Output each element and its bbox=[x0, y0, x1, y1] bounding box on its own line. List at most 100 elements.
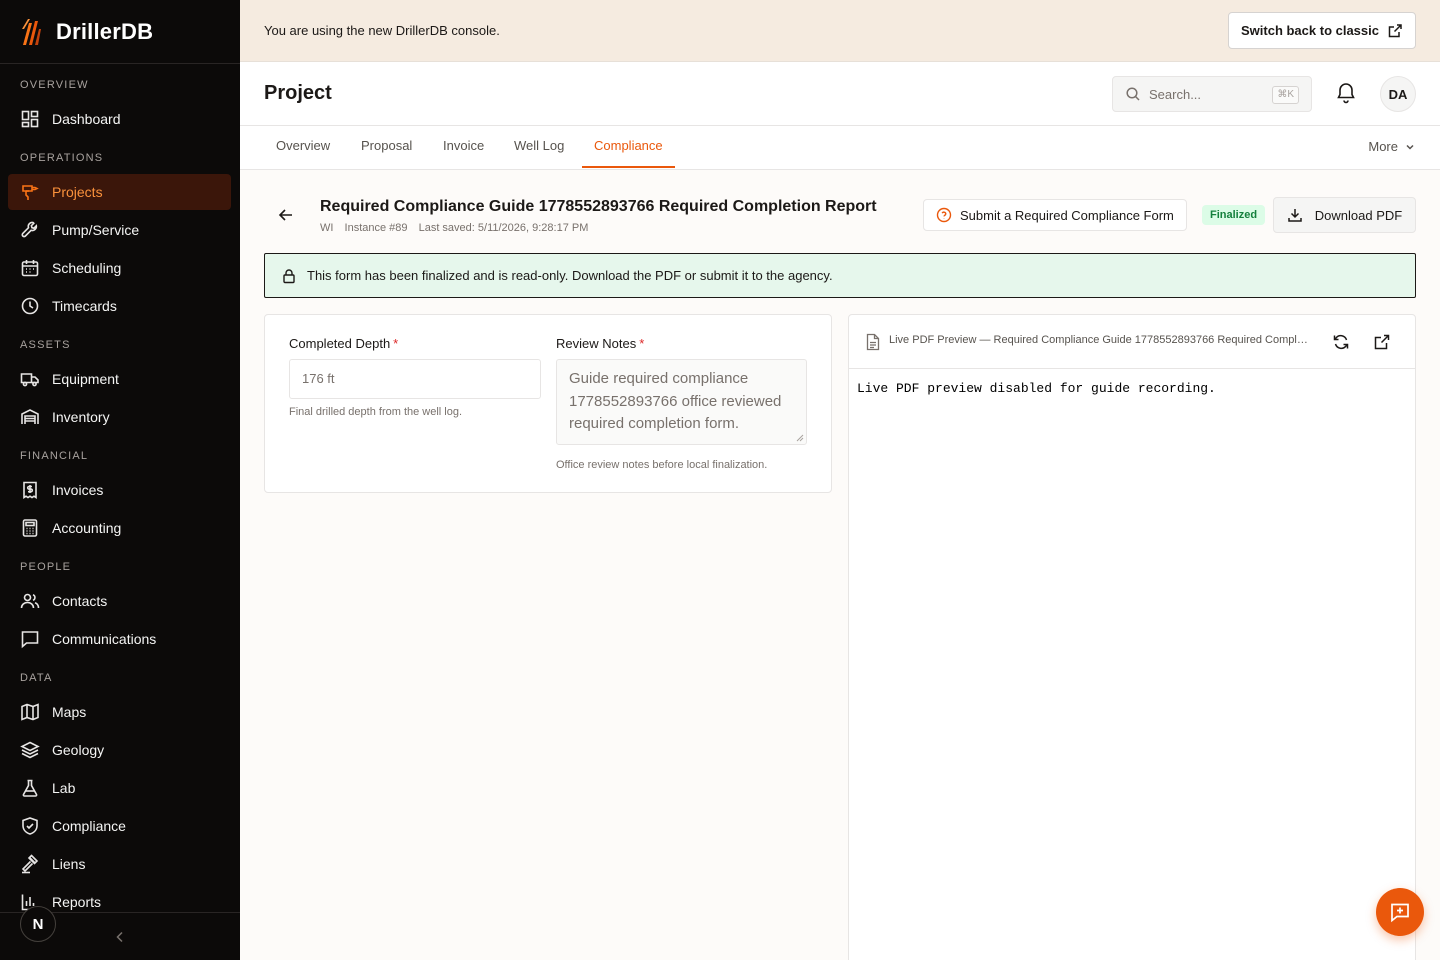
nav-section-data: DATA bbox=[20, 672, 53, 684]
document-icon bbox=[866, 333, 880, 351]
console-banner: You are using the new DrillerDB console.… bbox=[240, 0, 1440, 62]
page-header: Project Search... ⌘K DA bbox=[240, 62, 1440, 126]
sidebar-item-pump-service[interactable]: Pump/Service bbox=[8, 212, 231, 248]
sidebar-item-scheduling[interactable]: Scheduling bbox=[8, 250, 231, 286]
external-link-icon[interactable] bbox=[1373, 333, 1391, 351]
banner-text: You are using the new DrillerDB console. bbox=[264, 23, 500, 38]
drill-icon bbox=[22, 185, 39, 200]
read-only-alert: This form has been finalized and is read… bbox=[264, 253, 1416, 298]
tab-proposal[interactable]: Proposal bbox=[349, 126, 424, 168]
notifications-bell-icon[interactable] bbox=[1336, 82, 1356, 104]
download-pdf-label: Download PDF bbox=[1314, 207, 1403, 223]
sidebar-item-liens[interactable]: Liens bbox=[8, 846, 231, 882]
review-notes-field[interactable]: Guide required compliance 1778552893766 … bbox=[556, 359, 807, 445]
brand-name: DrillerDB bbox=[56, 18, 154, 44]
required-mark: * bbox=[393, 336, 399, 351]
sidebar-item-maps[interactable]: Maps bbox=[8, 694, 231, 730]
sidebar-item-label: Reports bbox=[52, 894, 102, 910]
tab-compliance[interactable]: Compliance bbox=[582, 126, 675, 168]
refresh-icon[interactable] bbox=[1332, 333, 1350, 351]
sidebar-item-label: Scheduling bbox=[52, 260, 122, 276]
nav-section-people: PEOPLE bbox=[20, 561, 72, 573]
sidebar-item-geology[interactable]: Geology bbox=[8, 732, 231, 768]
gavel-icon bbox=[21, 854, 39, 874]
completed-depth-label-text: Completed Depth bbox=[289, 336, 391, 351]
feedback-button[interactable] bbox=[1376, 888, 1424, 936]
tab-overview[interactable]: Overview bbox=[264, 126, 342, 168]
sidebar-item-label: Compliance bbox=[52, 818, 126, 834]
document-state: WI bbox=[320, 222, 334, 234]
brand[interactable]: DrillerDB bbox=[0, 0, 240, 64]
switch-to-classic-button[interactable]: Switch back to classic bbox=[1227, 12, 1416, 49]
sidebar-item-communications[interactable]: Communications bbox=[8, 621, 231, 657]
alert-text: This form has been finalized and is read… bbox=[307, 268, 833, 283]
layers-icon bbox=[20, 741, 40, 759]
chevron-down-icon bbox=[1406, 144, 1414, 150]
collapse-sidebar-icon[interactable] bbox=[112, 929, 128, 945]
pdf-preview-panel: Live PDF Preview — Required Compliance G… bbox=[848, 314, 1416, 960]
calendar-icon bbox=[21, 260, 39, 277]
sidebar-item-label: Geology bbox=[52, 742, 105, 758]
completed-depth-label: Completed Depth * bbox=[289, 336, 398, 351]
document-last-saved: Last saved: 5/11/2026, 9:28:17 PM bbox=[418, 222, 589, 234]
project-tabs: Overview Proposal Invoice Well Log Compl… bbox=[240, 126, 1440, 170]
sidebar-item-accounting[interactable]: Accounting bbox=[8, 510, 231, 546]
map-icon bbox=[21, 703, 39, 721]
tab-invoice[interactable]: Invoice bbox=[431, 126, 496, 168]
download-pdf-button[interactable]: Download PDF bbox=[1273, 197, 1416, 233]
sidebar-item-contacts[interactable]: Contacts bbox=[8, 583, 231, 619]
sidebar-item-dashboard[interactable]: Dashboard bbox=[8, 101, 231, 137]
sidebar-item-projects[interactable]: Projects bbox=[8, 174, 231, 210]
completed-depth-help: Final drilled depth from the well log. bbox=[289, 406, 463, 418]
sidebar-item-invoices[interactable]: Invoices bbox=[8, 472, 231, 508]
sidebar-item-label: Timecards bbox=[52, 298, 117, 314]
sidebar-item-label: Projects bbox=[52, 184, 103, 200]
review-notes-value: Guide required compliance 1778552893766 … bbox=[569, 370, 782, 432]
calculator-icon bbox=[22, 519, 38, 537]
sidebar: DrillerDB OVERVIEW Dashboard OPERATIONS … bbox=[0, 0, 240, 960]
sidebar-nav: OVERVIEW Dashboard OPERATIONS Projects P… bbox=[0, 64, 240, 922]
document-instance: Instance #89 bbox=[344, 222, 408, 234]
submit-compliance-form-button[interactable]: Submit a Required Compliance Form bbox=[923, 199, 1187, 231]
drillerdb-logo-icon bbox=[22, 18, 41, 45]
completed-depth-field[interactable]: 176 ft bbox=[289, 359, 541, 399]
users-icon bbox=[20, 593, 40, 609]
sidebar-item-timecards[interactable]: Timecards bbox=[8, 288, 231, 324]
switch-to-classic-label: Switch back to classic bbox=[1240, 23, 1379, 38]
message-icon bbox=[21, 631, 39, 649]
sidebar-item-label: Communications bbox=[52, 631, 157, 647]
flask-icon bbox=[22, 779, 38, 797]
nav-section-operations: OPERATIONS bbox=[20, 152, 104, 164]
compliance-form-card: Completed Depth * 176 ft Final drilled de… bbox=[264, 314, 832, 493]
pdf-preview-body: Live PDF preview disabled for guide reco… bbox=[857, 381, 1216, 396]
truck-icon bbox=[20, 373, 39, 387]
back-arrow-icon[interactable] bbox=[276, 205, 296, 225]
user-avatar[interactable]: DA bbox=[1380, 76, 1416, 112]
lock-icon bbox=[283, 268, 295, 283]
tabs-more-label: More bbox=[1368, 139, 1398, 154]
tabs-more-button[interactable]: More bbox=[1368, 126, 1416, 168]
sidebar-item-label: Contacts bbox=[52, 593, 108, 609]
sidebar-item-label: Liens bbox=[52, 856, 86, 872]
message-plus-icon bbox=[1391, 903, 1409, 923]
user-badge[interactable]: N bbox=[20, 906, 56, 942]
shield-icon bbox=[22, 817, 38, 835]
search-placeholder: Search... bbox=[1149, 86, 1202, 102]
document-meta: WI Instance #89 Last saved: 5/11/2026, 9… bbox=[320, 222, 596, 234]
sidebar-item-equipment[interactable]: Equipment bbox=[8, 361, 231, 397]
sidebar-item-lab[interactable]: Lab bbox=[8, 770, 231, 806]
search-input[interactable]: Search... ⌘K bbox=[1112, 76, 1312, 112]
nav-section-financial: FINANCIAL bbox=[20, 450, 89, 462]
page-title: Project bbox=[264, 82, 332, 104]
sidebar-item-compliance[interactable]: Compliance bbox=[8, 808, 231, 844]
pdf-preview-title: Live PDF Preview — Required Compliance G… bbox=[889, 334, 1313, 346]
sidebar-footer: N bbox=[0, 906, 240, 960]
tab-well-log[interactable]: Well Log bbox=[502, 126, 576, 168]
sidebar-item-label: Equipment bbox=[52, 371, 119, 387]
sidebar-item-label: Inventory bbox=[52, 409, 110, 425]
search-shortcut: ⌘K bbox=[1272, 86, 1299, 104]
sidebar-item-label: Invoices bbox=[52, 482, 104, 498]
resize-handle-icon[interactable] bbox=[796, 434, 804, 442]
clock-icon bbox=[21, 297, 39, 315]
sidebar-item-inventory[interactable]: Inventory bbox=[8, 399, 231, 435]
